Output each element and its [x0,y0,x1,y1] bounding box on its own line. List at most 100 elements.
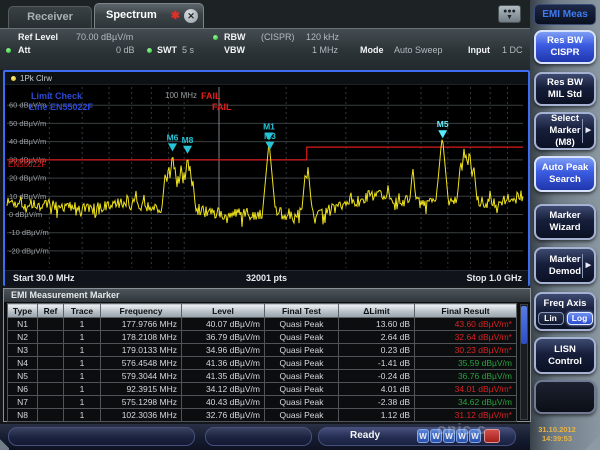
table-cell: Quasi Peak [265,370,339,383]
vbw-value[interactable]: 1 MHz [312,45,338,55]
table-cell: 1 [64,409,101,422]
table-row[interactable]: N6192.3915 MHz34.12 dBµV/mQuasi Peak4.01… [8,383,517,396]
table-cell: 36.79 dBµV/m [182,331,265,344]
table-scrollbar[interactable] [520,304,528,420]
softkey-resbw-cispr[interactable]: Res BWCISPR [534,30,596,64]
softkey-resbw-milstd[interactable]: Res BWMIL Std [534,72,596,106]
tab-receiver[interactable]: Receiver [8,6,92,28]
marker-triangle-icon [438,130,447,138]
column-header: ΔLimit [339,304,415,318]
softkey-lisn-control[interactable]: LISNControl [534,337,596,374]
softkey-label-line: Marker [549,254,580,266]
table-cell: 1 [64,370,101,383]
table-cell: 41.35 dBµV/m [182,370,265,383]
tab-spectrum[interactable]: Spectrum ✱ ✕ [94,3,204,28]
table-cell: -0.24 dB [339,370,415,383]
final-result-cell: 43.60 dBµV/m* [415,318,517,331]
swt-value[interactable]: 5 s [182,45,194,55]
spectrum-plot[interactable]: 60 dBµV/m50 dBµV/m40 dBµV/m30 dBµV/m20 d… [5,85,528,270]
marker-table-title: EMI Measurement Marker [4,289,530,302]
ready-status-label: Ready [350,430,380,441]
softkey-marker-demod[interactable]: MarkerDemod▶ [534,247,596,284]
table-cell: -1.41 dB [339,357,415,370]
limit-line [7,147,523,160]
table-cell: Quasi Peak [265,357,339,370]
watermark-tile: W [417,429,429,443]
table-cell: 92.3915 MHz [101,383,182,396]
y-axis-tick-label: -10 dBµV/m [9,228,49,237]
softkey-label-line: MIL Std [548,89,582,101]
ref-level-value[interactable]: 70.00 dBµV/m [76,32,133,42]
marker-triangle-icon [265,142,274,150]
table-cell: 34.96 dBµV/m [182,344,265,357]
trace-layer [7,140,523,227]
limit-line-layer [7,147,523,160]
toggle-option-lin[interactable]: Lin [538,312,564,325]
emi-marker-window: EMI Measurement Marker TypeRefTraceFrequ… [3,288,531,422]
table-cell: Quasi Peak [265,409,339,422]
final-result-cell: 35.59 dBµV/m [415,357,517,370]
softkey-freqaxis[interactable]: Freq AxisLinLog [534,292,596,331]
stop-freq-label[interactable]: Stop 1.0 GHz [466,271,522,286]
bezel-corner-left [0,436,9,450]
table-cell: 0.23 dB [339,344,415,357]
table-cell: 1 [64,318,101,331]
table-cell: N6 [8,383,38,396]
table-row[interactable]: N81102.3036 MHz32.76 dBµV/mQuasi Peak1.1… [8,409,517,422]
more-options-button[interactable]: ●●●▼ [498,5,521,23]
rbw-note: (CISPR) [261,32,295,42]
table-cell: 1 [64,396,101,409]
scrollbar-thumb[interactable] [521,306,527,344]
table-cell [38,344,64,357]
limit-line-result: FAIL [212,102,232,112]
softkey-select-marker-m8[interactable]: SelectMarker(M8)▶ [534,112,596,150]
limit-check-label: Limit Check [31,91,83,101]
submenu-arrow-icon: ▶ [582,254,592,278]
table-cell: 13.60 dB [339,318,415,331]
trace-indicator-bar: 1Pk Clrw [5,72,528,85]
toggle-option-log[interactable]: Log [567,312,593,325]
table-cell: 575.1298 MHz [101,396,182,409]
bezel-corner-right [584,434,600,450]
table-cell: N5 [8,370,38,383]
table-cell: 1 [64,383,101,396]
instrument-screen: EMI Meas Res BWCISPRRes BWMIL StdSelectM… [0,0,600,450]
table-cell: 1 [64,357,101,370]
limit-check-result: FAIL [201,91,221,101]
table-row[interactable]: N21178.2108 MHz36.79 dBµV/mQuasi Peak2.6… [8,331,517,344]
att-led-icon [6,48,11,53]
att-value[interactable]: 0 dB [116,45,135,55]
softkey-label-line: Select [551,113,579,125]
table-row[interactable]: N41576.4548 MHz41.36 dBµV/mQuasi Peak-1.… [8,357,517,370]
table-row[interactable]: N11177.9766 MHz40.07 dBµV/mQuasi Peak13.… [8,318,517,331]
trace-label[interactable]: 1Pk Clrw [20,74,52,83]
y-axis-tick-label: -20 dBµV/m [9,246,49,255]
table-cell: 1.12 dB [339,409,415,422]
softkey-autopeak-search[interactable]: Auto PeakSearch [534,156,596,192]
softkey-marker-wizard[interactable]: MarkerWizard [534,204,596,240]
marker-layer: M6M8M1M3M5 [167,119,449,154]
table-cell [38,396,64,409]
table-row[interactable]: N5 1579.3044 MHz41.35 dBµV/mQuasi Peak-0.… [8,370,517,383]
mode-value[interactable]: Auto Sweep [394,45,443,55]
watermark-ghost-text: onic.c [437,421,486,438]
tab-close-icon[interactable]: ✕ [184,9,198,23]
table-cell: Quasi Peak [265,331,339,344]
table-cell [38,318,64,331]
rbw-value[interactable]: 120 kHz [306,32,339,42]
softkey-label-line: Wizard [549,222,580,234]
table-cell: 40.43 dBµV/m [182,396,265,409]
table-cell: 179.0133 MHz [101,344,182,357]
table-cell: 579.3044 MHz [101,370,182,383]
marker-label-m6: M6 [167,132,179,142]
marker-triangle-icon [168,143,177,151]
table-cell: 178.2108 MHz [101,331,182,344]
input-value[interactable]: 1 DC [502,45,523,55]
table-row[interactable]: N71575.1298 MHz40.43 dBµV/mQuasi Peak-2.… [8,396,517,409]
table-cell: 177.9766 MHz [101,318,182,331]
y-axis-tick-label: 10 dBµV/m [9,192,46,201]
column-header: Ref [38,304,64,318]
table-cell: Quasi Peak [265,383,339,396]
table-row[interactable]: N31179.0133 MHz34.96 dBµV/mQuasi Peak0.2… [8,344,517,357]
swt-led-icon [147,48,152,53]
